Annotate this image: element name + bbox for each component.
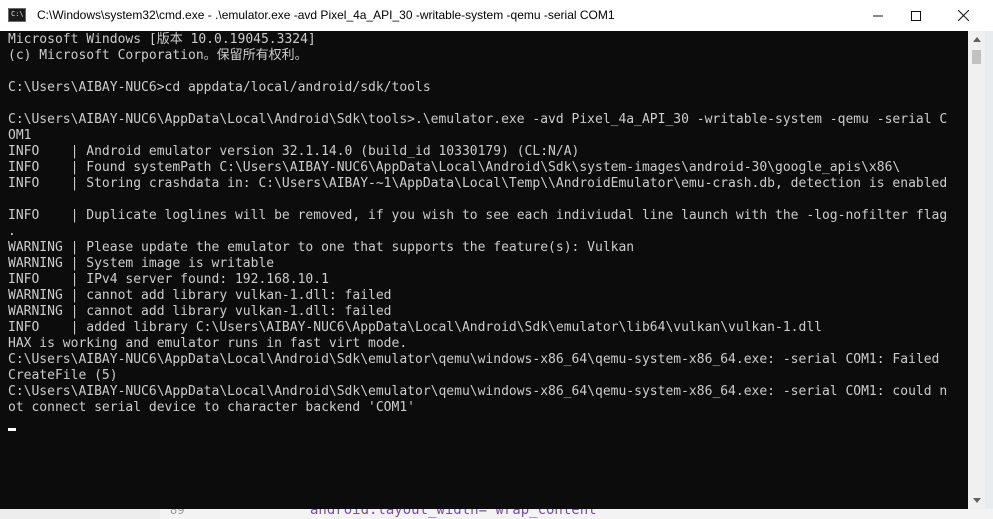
- background-editor-peek: 89 android:layout_width="wrap_content": [0, 509, 993, 519]
- scroll-down-button[interactable]: [968, 492, 985, 509]
- window-title: C:\Windows\system32\cmd.exe - .\emulator…: [37, 8, 615, 22]
- scroll-up-button[interactable]: [968, 31, 985, 48]
- maximize-icon: [911, 10, 921, 21]
- console-output-area[interactable]: Microsoft Windows [版本 10.0.19045.3324] (…: [0, 31, 968, 509]
- editor-code-line: android:layout_width="wrap_content": [310, 509, 606, 518]
- editor-line-number: 89: [170, 509, 185, 517]
- window-edge: [985, 31, 993, 509]
- text-cursor: [8, 428, 16, 431]
- scroll-down-arrow-icon: [972, 498, 981, 503]
- editor-gutter: [0, 509, 160, 519]
- scrollbar-thumb[interactable]: [972, 50, 981, 64]
- console-text: Microsoft Windows [版本 10.0.19045.3324] (…: [8, 32, 948, 415]
- close-button[interactable]: [940, 0, 986, 31]
- vertical-scrollbar[interactable]: [968, 31, 985, 509]
- cmd-app-icon[interactable]: C:\: [8, 8, 26, 22]
- scroll-up-arrow-icon: [972, 37, 981, 42]
- maximize-button[interactable]: [893, 0, 939, 31]
- title-bar[interactable]: C:\ C:\Windows\system32\cmd.exe - .\emul…: [0, 0, 993, 32]
- minimize-icon: [873, 15, 883, 16]
- close-icon: [957, 10, 969, 21]
- cmd-app-icon-label: C:\: [11, 10, 24, 18]
